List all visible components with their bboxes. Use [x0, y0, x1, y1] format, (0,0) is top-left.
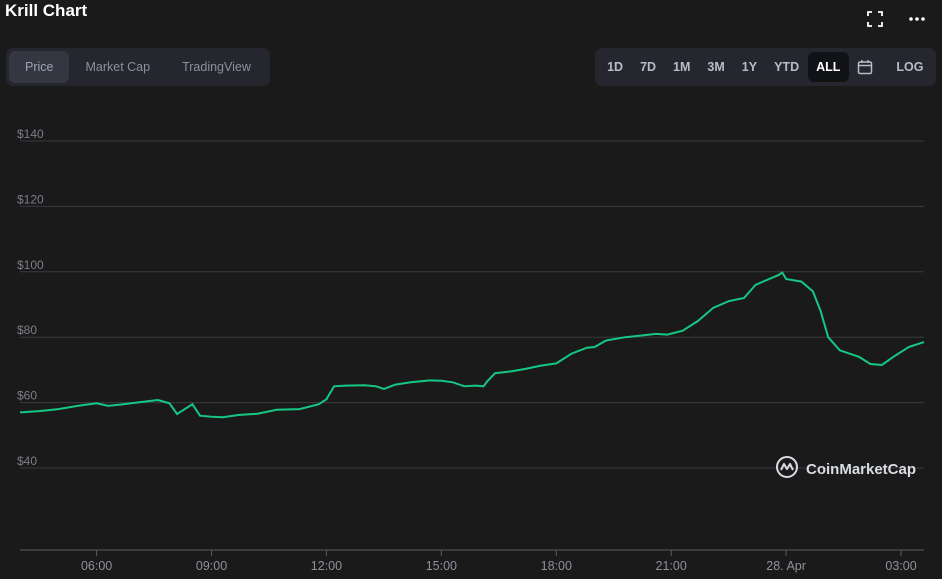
coinmarketcap-logo-icon — [775, 455, 799, 484]
x-tick-label: 28. Apr — [766, 559, 806, 573]
x-tick-label: 09:00 — [196, 559, 227, 573]
x-tick-label: 15:00 — [426, 559, 457, 573]
grid-lines — [20, 140, 924, 469]
y-tick-label: $120 — [17, 192, 44, 206]
price-chart: $40 $60 $80 $100 $120 $140 06:00 09:00 12:00 15:… — [17, 127, 925, 573]
x-tick-label: 03:00 — [885, 559, 916, 573]
x-axis: 06:00 09:00 12:00 15:00 18:00 21:00 28. Apr 03:… — [20, 549, 924, 573]
y-tick-label: $140 — [17, 127, 44, 141]
price-line — [19, 271, 925, 419]
x-tick-label: 18:00 — [541, 559, 572, 573]
y-axis-labels: $40 $60 $80 $100 $120 $140 — [17, 127, 44, 468]
watermark-text: CoinMarketCap — [806, 461, 917, 478]
y-tick-label: $80 — [17, 323, 37, 337]
x-tick-label: 06:00 — [81, 559, 112, 573]
x-tick-label: 21:00 — [656, 559, 687, 573]
y-tick-label: $60 — [17, 389, 37, 403]
y-tick-label: $40 — [17, 454, 37, 468]
y-tick-label: $100 — [17, 258, 44, 272]
watermark: CoinMarketCap — [775, 455, 916, 484]
x-tick-label: 12:00 — [311, 559, 342, 573]
